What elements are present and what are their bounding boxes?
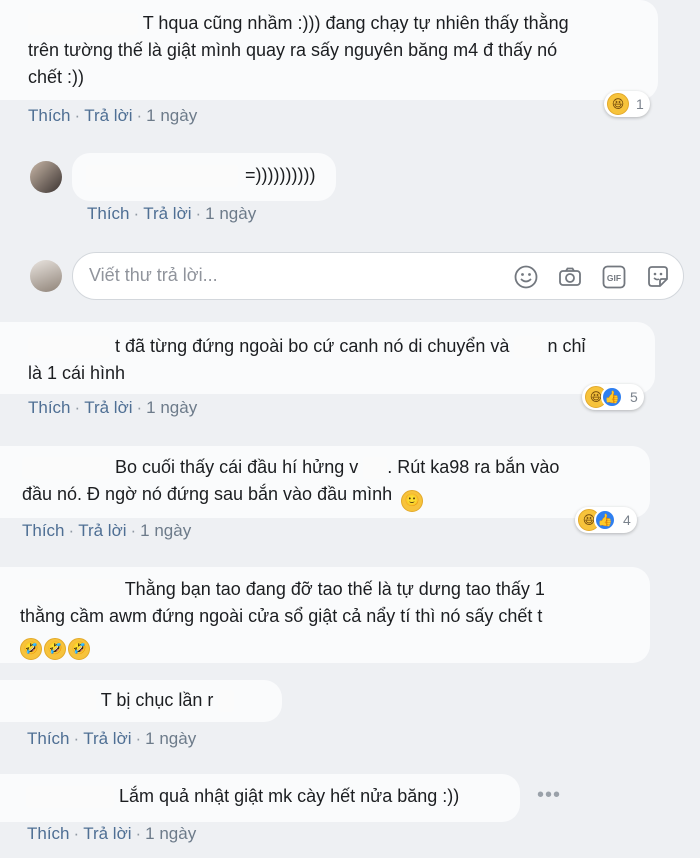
comment-text: thằng cầm awm đứng ngoài cửa sổ giật cả … [20, 606, 543, 626]
timestamp[interactable]: 1 ngày [145, 824, 196, 843]
comment-bubble: =)))))))))) [72, 153, 336, 201]
timestamp[interactable]: 1 ngày [145, 729, 196, 748]
reply-link[interactable]: Trả lời [83, 729, 131, 748]
comment-text: trên tường thế là giật mình quay ra sấy … [28, 40, 558, 60]
reply-link[interactable]: Trả lời [84, 398, 132, 417]
redacted-name [28, 13, 138, 36]
comment-actions: Thích · Trả lời · 1 ngày [27, 729, 197, 748]
comment-text: =)))))))))) [245, 165, 316, 185]
rofl-emoji: 🤣 [20, 637, 42, 660]
reaction-count: 4 [623, 512, 631, 528]
comment-text: n chỉ [547, 336, 586, 356]
reply-input-placeholder[interactable]: Viết thư trả lời... [89, 265, 218, 286]
redacted-name [86, 165, 238, 188]
redacted-name [28, 336, 110, 359]
smile-emoji: 🙂 [401, 489, 424, 512]
comment-text: đầu nó. Đ ngờ nó đứng sau bắn vào đầu mì… [22, 484, 393, 504]
more-options-icon[interactable]: ••• [537, 784, 561, 807]
reply-link[interactable]: Trả lời [83, 824, 131, 843]
redacted-name [20, 579, 120, 602]
timestamp[interactable]: 1 ngày [140, 521, 191, 540]
emoji-icon[interactable] [513, 264, 539, 290]
gif-icon[interactable]: GIF [601, 264, 627, 290]
comment-text: Bo cuối thấy cái đầu hí hửng v [115, 457, 359, 477]
comment-text: chết :)) [28, 67, 85, 87]
comment-actions: Thích · Trả lời · 1 ngày [22, 521, 192, 540]
redacted-word [514, 336, 543, 359]
timestamp[interactable]: 1 ngày [146, 398, 197, 417]
comment-text: Thằng bạn tao đang đỡ tao thế là tự dưng… [124, 579, 545, 599]
comment-bubble: Bo cuối thấy cái đầu hí hửng v . Rút ka9… [0, 446, 650, 518]
like-link[interactable]: Thích [27, 824, 70, 843]
like-link[interactable]: Thích [87, 204, 130, 223]
comment-bubble: T hqua cũng nhầm :))) đang chạy tự nhiên… [0, 0, 658, 100]
redacted-name [22, 457, 110, 480]
comment-actions: Thích · Trả lời · 1 ngày [28, 398, 198, 417]
like-link[interactable]: Thích [28, 398, 71, 417]
comment-text: . Rút ka98 ra bắn vào [387, 457, 560, 477]
comment-actions: Thích · Trả lời · 1 ngày [27, 824, 197, 843]
reaction-count: 1 [636, 96, 644, 112]
rofl-emoji: 🤣 [68, 637, 90, 660]
svg-text:GIF: GIF [607, 273, 621, 283]
comment-bubble: Thằng bạn tao đang đỡ tao thế là tự dưng… [0, 567, 650, 663]
avatar[interactable] [30, 161, 62, 193]
reply-link[interactable]: Trả lời [84, 106, 132, 125]
timestamp[interactable]: 1 ngày [146, 106, 197, 125]
comment-text: T hqua cũng nhầm :))) đang chạy tự nhiên… [142, 13, 569, 33]
redacted-word [218, 690, 235, 713]
reaction-summary[interactable]: 😆 1 [604, 91, 650, 117]
like-link[interactable]: Thích [22, 521, 65, 540]
haha-icon: 😆 [607, 93, 629, 115]
comment-actions: Thích · Trả lời · 1 ngày [28, 106, 198, 125]
redacted-word [363, 457, 388, 480]
sticker-icon[interactable] [645, 264, 671, 290]
user-avatar [30, 260, 62, 292]
timestamp[interactable]: 1 ngày [205, 204, 256, 223]
rofl-emoji: 🤣 [44, 637, 66, 660]
reply-link[interactable]: Trả lời [143, 204, 191, 223]
comment-text: là 1 cái hình [28, 363, 126, 383]
reply-link[interactable]: Trả lời [78, 521, 126, 540]
comment-bubble: Lắm quả nhật giật mk cày hết nửa băng :)… [0, 774, 520, 822]
reaction-summary[interactable]: 😆 👍 4 [575, 507, 637, 533]
comment-text: T bị chục lần r [100, 690, 214, 710]
redacted-name [26, 786, 114, 809]
comment-text: t đã từng đứng ngoài bo cứ canh nó di ch… [115, 336, 510, 356]
like-icon: 👍 [601, 386, 623, 408]
like-link[interactable]: Thích [28, 106, 71, 125]
comment-actions: Thích · Trả lời · 1 ngày [87, 204, 257, 223]
comment-bubble: T bị chục lần r [0, 680, 282, 722]
redacted-name [26, 690, 96, 713]
camera-icon[interactable] [557, 264, 583, 290]
reply-composer[interactable]: Viết thư trả lời... GIF [72, 252, 684, 300]
reaction-summary[interactable]: 😆 👍 5 [582, 384, 644, 410]
like-link[interactable]: Thích [27, 729, 70, 748]
reaction-count: 5 [630, 389, 638, 405]
comment-text: Lắm quả nhật giật mk cày hết nửa băng :)… [119, 786, 460, 806]
like-icon: 👍 [594, 509, 616, 531]
comment-bubble: t đã từng đứng ngoài bo cứ canh nó di ch… [0, 322, 655, 394]
